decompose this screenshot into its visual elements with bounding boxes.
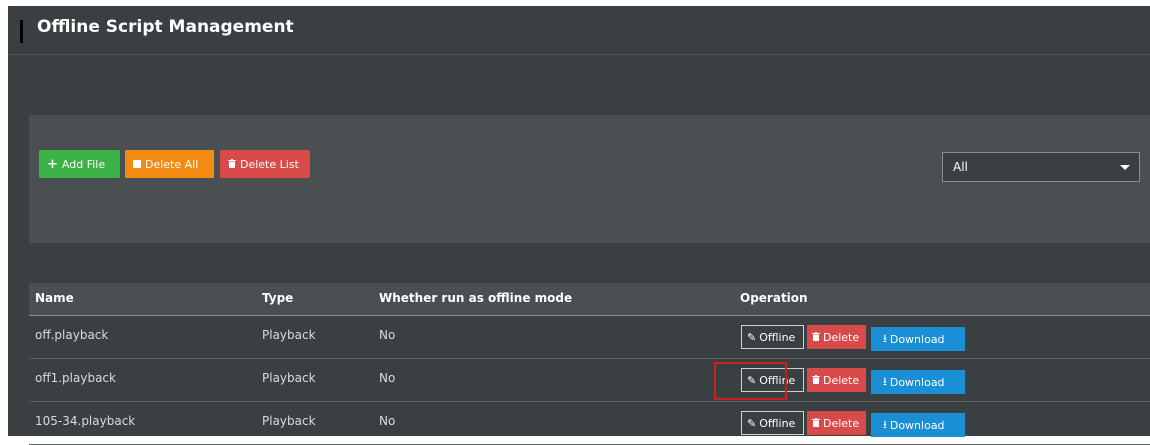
offline-script-panel: Offline Script Management + Add File Del… [8, 6, 1150, 445]
cell-name: off.playback [35, 328, 109, 342]
download-button[interactable]: ⭳ Download [871, 327, 965, 351]
title-accent-bar [20, 20, 23, 43]
offline-button[interactable]: ✎ Offline [741, 325, 804, 349]
trash-icon [812, 331, 820, 344]
add-file-button[interactable]: + Add File [39, 150, 120, 178]
delete-label: Delete [823, 416, 860, 430]
cell-type: Playback [262, 414, 316, 428]
pencil-icon: ✎ [747, 373, 757, 387]
column-header-name: Name [35, 291, 74, 305]
pencil-icon: ✎ [747, 330, 757, 344]
column-header-type: Type [262, 291, 294, 305]
cell-type: Playback [262, 328, 316, 342]
download-button[interactable]: ⭳ Download [871, 413, 965, 437]
trash-icon [228, 158, 236, 171]
download-icon: ⭳ [883, 331, 887, 345]
delete-list-label: Delete List [240, 157, 299, 171]
offline-label: Offline [759, 330, 796, 344]
caret-down-icon [1120, 165, 1130, 170]
delete-all-label: Delete All [145, 157, 199, 171]
toolbar: + Add File Delete All Delete List All [29, 115, 1150, 243]
filter-value: All [953, 160, 968, 174]
cell-name: 105-34.playback [35, 414, 136, 428]
download-icon: ⭳ [883, 374, 887, 388]
cell-offline-mode: No [379, 371, 396, 385]
offline-label: Offline [759, 373, 796, 387]
delete-label: Delete [823, 330, 860, 344]
plus-icon: + [47, 156, 58, 172]
pencil-icon: ✎ [747, 416, 757, 430]
download-label: Download [889, 418, 945, 432]
download-label: Download [889, 332, 945, 346]
cell-type: Playback [262, 371, 316, 385]
filter-select[interactable]: All [942, 152, 1140, 182]
table-row: off1.playback Playback No ✎ Offline Dele… [29, 359, 1150, 402]
delete-button[interactable]: Delete [807, 411, 866, 435]
column-header-operation: Operation [740, 291, 808, 305]
table-row: 105-34.playback Playback No ✎ Offline De… [29, 402, 1150, 445]
page-header: Offline Script Management [8, 6, 1150, 55]
trash-icon [133, 160, 141, 168]
download-icon: ⭳ [883, 417, 887, 431]
delete-label: Delete [823, 373, 860, 387]
delete-list-button[interactable]: Delete List [220, 150, 310, 178]
offline-button[interactable]: ✎ Offline [741, 411, 804, 435]
delete-button[interactable]: Delete [807, 325, 866, 349]
download-label: Download [889, 375, 945, 389]
page-title: Offline Script Management [37, 17, 294, 37]
delete-button[interactable]: Delete [807, 368, 866, 392]
column-header-offline-mode: Whether run as offline mode [379, 291, 573, 305]
trash-icon [812, 417, 820, 430]
cell-offline-mode: No [379, 414, 396, 428]
download-button[interactable]: ⭳ Download [871, 370, 965, 394]
cell-offline-mode: No [379, 328, 396, 342]
table-row: off.playback Playback No ✎ Offline Delet… [29, 316, 1150, 359]
cell-name: off1.playback [35, 371, 116, 385]
offline-label: Offline [759, 416, 796, 430]
offline-button[interactable]: ✎ Offline [741, 368, 804, 392]
trash-icon [812, 374, 820, 387]
delete-all-button[interactable]: Delete All [125, 150, 214, 178]
add-file-label: Add File [61, 157, 106, 171]
table-header: Name Type Whether run as offline mode Op… [29, 283, 1150, 316]
script-table: Name Type Whether run as offline mode Op… [29, 283, 1150, 445]
